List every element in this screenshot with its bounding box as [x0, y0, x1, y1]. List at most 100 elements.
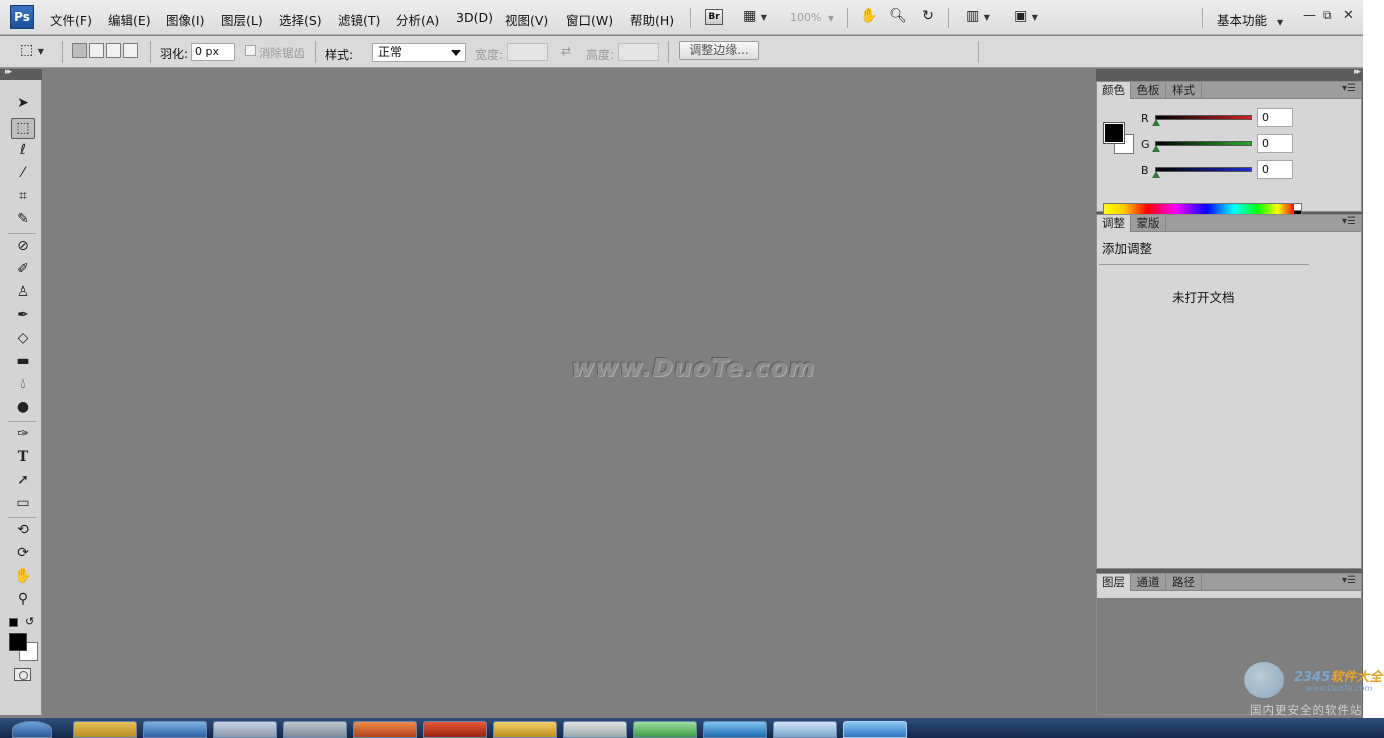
tab-color[interactable]: 颜色: [1097, 82, 1130, 99]
crop-tool[interactable]: ⌗: [11, 186, 35, 207]
taskbar-app-5[interactable]: [353, 721, 417, 738]
shape-tool[interactable]: ▭: [11, 493, 35, 514]
close-button[interactable]: ✕: [1343, 8, 1354, 23]
new-selection-button[interactable]: [72, 43, 87, 58]
move-tool[interactable]: ➤: [11, 93, 35, 114]
dodge-tool[interactable]: ●: [11, 397, 35, 418]
taskbar-app-11[interactable]: [773, 721, 837, 738]
eyedropper-tool[interactable]: ✎: [11, 209, 35, 230]
screen-mode-button[interactable]: ▣ ▼: [1010, 8, 1042, 24]
green-channel-slider[interactable]: [1155, 141, 1252, 146]
panel-menu-icon[interactable]: ▾☰: [1342, 575, 1356, 586]
foreground-color-swatch[interactable]: [9, 633, 27, 651]
hand-tool-button[interactable]: ✋: [860, 8, 878, 24]
panel-menu-icon[interactable]: ▾☰: [1342, 83, 1356, 94]
blur-tool[interactable]: 💧︎: [11, 374, 35, 395]
quick-selection-tool[interactable]: ⁄: [11, 163, 35, 184]
arrange-documents-button[interactable]: ▥ ▼: [962, 8, 994, 24]
menu-edit[interactable]: 编辑(E): [108, 10, 151, 29]
swap-dimensions-button[interactable]: ⇄: [561, 44, 571, 58]
zoom-level-select[interactable]: 100% ▼: [784, 9, 838, 27]
taskbar-app-ie[interactable]: [143, 721, 207, 738]
start-button[interactable]: [12, 721, 52, 738]
bridge-button[interactable]: Br: [705, 9, 723, 25]
green-channel-input[interactable]: 0: [1257, 134, 1293, 153]
rotate-view-button[interactable]: ↻: [918, 8, 938, 24]
brush-tool[interactable]: ✐: [11, 259, 35, 280]
add-to-selection-button[interactable]: [89, 43, 104, 58]
type-tool[interactable]: T: [11, 447, 35, 468]
refine-edge-button[interactable]: 调整边缘...: [679, 41, 759, 60]
green-slider-thumb[interactable]: [1152, 145, 1160, 152]
menu-select[interactable]: 选择(S): [279, 10, 322, 29]
subtract-from-selection-button[interactable]: [106, 43, 121, 58]
blue-channel-input[interactable]: 0: [1257, 160, 1293, 179]
zoom-tool[interactable]: ⚲: [11, 589, 35, 610]
3d-rotate-tool[interactable]: ⟲: [11, 520, 35, 541]
height-input[interactable]: [618, 43, 659, 61]
tab-masks[interactable]: 蒙版: [1130, 215, 1166, 232]
taskbar-app-4[interactable]: [283, 721, 347, 738]
eraser-tool[interactable]: ◇: [11, 328, 35, 349]
minimize-button[interactable]: —: [1303, 8, 1316, 23]
restore-button[interactable]: ⧉: [1323, 8, 1332, 23]
taskbar-app-6[interactable]: [423, 721, 487, 738]
tab-channels[interactable]: 通道: [1130, 574, 1166, 591]
rectangular-marquee-tool[interactable]: ⬚: [11, 118, 35, 139]
taskbar-app-9[interactable]: [633, 721, 697, 738]
view-extras-button[interactable]: ▦ ▼: [739, 8, 771, 24]
path-selection-tool[interactable]: ➚: [11, 470, 35, 491]
taskbar-app-3[interactable]: [213, 721, 277, 738]
3d-orbit-tool[interactable]: ⟳: [11, 543, 35, 564]
menu-analysis[interactable]: 分析(A): [396, 10, 439, 29]
blue-channel-slider[interactable]: [1155, 167, 1252, 172]
lasso-tool[interactable]: ℓ: [11, 140, 35, 161]
width-input[interactable]: [507, 43, 548, 61]
intersect-selection-button[interactable]: [123, 43, 138, 58]
tab-paths[interactable]: 路径: [1166, 574, 1202, 591]
quick-mask-button[interactable]: [14, 668, 31, 681]
menu-filter[interactable]: 滤镜(T): [338, 10, 380, 29]
pen-tool[interactable]: ✑: [11, 424, 35, 445]
default-colors-button[interactable]: [9, 618, 18, 627]
menu-3d[interactable]: 3D(D): [456, 10, 493, 25]
style-select[interactable]: 正常: [372, 43, 466, 62]
red-channel-slider[interactable]: [1155, 115, 1252, 120]
menu-window[interactable]: 窗口(W): [566, 10, 613, 29]
taskbar-app-explorer[interactable]: [73, 721, 137, 738]
taskbar-app-photoshop[interactable]: [843, 721, 907, 738]
zoom-tool-button[interactable]: 🔍︎: [889, 8, 907, 24]
healing-brush-tool[interactable]: ⊘: [11, 236, 35, 257]
menu-layer[interactable]: 图层(L): [221, 10, 263, 29]
clone-stamp-tool[interactable]: ♙: [11, 282, 35, 303]
gradient-tool[interactable]: ▬: [11, 351, 35, 372]
swap-colors-icon[interactable]: ↺: [25, 615, 34, 628]
taskbar-app-10[interactable]: [703, 721, 767, 738]
menu-image[interactable]: 图像(I): [166, 10, 204, 29]
tab-styles[interactable]: 样式: [1166, 82, 1202, 99]
taskbar-app-8[interactable]: [563, 721, 627, 738]
tools-panel-header[interactable]: ▸▸: [0, 67, 42, 80]
red-slider-thumb[interactable]: [1152, 119, 1160, 126]
menu-view[interactable]: 视图(V): [505, 10, 548, 29]
color-foreground-swatch[interactable]: [1103, 122, 1125, 144]
antialias-checkbox[interactable]: [245, 45, 256, 56]
tab-adjustments[interactable]: 调整: [1097, 215, 1130, 232]
taskbar-app-7[interactable]: [493, 721, 557, 738]
history-brush-tool[interactable]: ✒: [11, 305, 35, 326]
feather-input[interactable]: 0 px: [191, 43, 235, 61]
film-icon: ▦: [743, 8, 757, 24]
workspace-switcher[interactable]: 基本功能 ▼: [1217, 10, 1283, 29]
dock-header[interactable]: ▸▸: [1096, 67, 1363, 80]
marquee-preset-button[interactable]: ⬚ ▼: [20, 42, 44, 58]
red-channel-input[interactable]: 0: [1257, 108, 1293, 127]
document-canvas-area[interactable]: www.DuoTe.com: [43, 69, 1095, 715]
menu-help[interactable]: 帮助(H): [630, 10, 674, 29]
tab-layers[interactable]: 图层: [1097, 574, 1130, 591]
hand-tool[interactable]: ✋: [11, 566, 35, 587]
menu-file[interactable]: 文件(F): [50, 10, 92, 29]
tab-swatches[interactable]: 色板: [1130, 82, 1166, 99]
blue-slider-thumb[interactable]: [1152, 171, 1160, 178]
panel-menu-icon[interactable]: ▾☰: [1342, 216, 1356, 227]
minimize-icon: —: [1303, 8, 1316, 23]
